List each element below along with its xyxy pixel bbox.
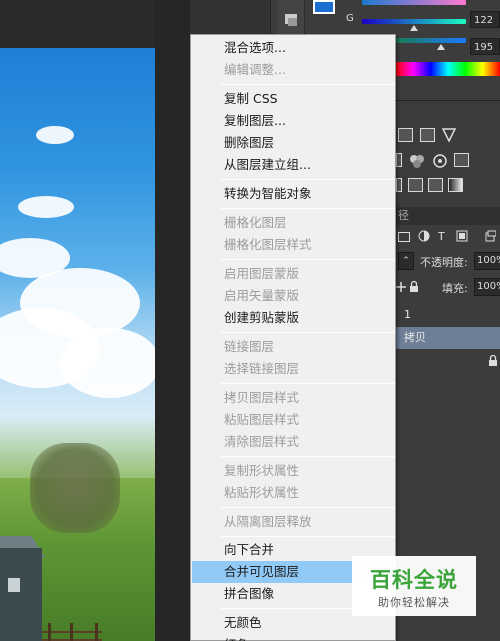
menu-item-create-clipping-mask[interactable]: 创建剪贴蒙版 [192, 307, 396, 329]
image-filter-icon[interactable] [398, 232, 410, 242]
posterize-icon[interactable] [408, 178, 423, 192]
menu-item-copy-css[interactable]: 复制 CSS [192, 88, 396, 110]
tab-paths-label: 径 [398, 209, 409, 222]
fence-post [95, 623, 98, 641]
menu-item-rasterize-layer-style[interactable]: 栅格化图层样式 [192, 234, 396, 256]
adjustment-filter-icon[interactable] [418, 230, 430, 242]
blend-mode-dropdown[interactable]: ⌃ [398, 252, 414, 270]
cloud [60, 328, 155, 398]
adjustments-row-2 [396, 153, 500, 173]
menu-separator [221, 84, 395, 85]
tab-paths[interactable]: 径 [396, 207, 500, 225]
gradient-map-icon[interactable] [448, 178, 463, 192]
fill-label: 填充: [442, 282, 468, 295]
house-window [8, 578, 20, 592]
menu-item-copy-layer-style[interactable]: 拷贝图层样式 [192, 387, 396, 409]
menu-item-edit-adjustment[interactable]: 编辑调整... [192, 59, 396, 81]
lock-icon [489, 355, 497, 366]
slider-thumb[interactable] [437, 44, 445, 50]
chevron-down-icon: ⌃ [402, 256, 410, 266]
menu-item-convert-smart-object[interactable]: 转换为智能对象 [192, 183, 396, 205]
panel-divider [396, 100, 500, 101]
menu-item-delete-layer[interactable]: 删除图层 [192, 132, 396, 154]
menu-item-group-from-layers[interactable]: 从图层建立组... [192, 154, 396, 176]
menu-separator [221, 456, 395, 457]
layer-name: 1 [404, 308, 411, 321]
fence-post [70, 623, 73, 641]
g-value-field[interactable]: 122 [470, 11, 500, 28]
exposure-icon[interactable] [420, 128, 435, 142]
photoshop-window: G 122 195 径 T ⌃ 不透明度: 100% [0, 0, 500, 641]
fence-post [48, 623, 51, 641]
menu-item-release-isolation[interactable]: 从隔离图层释放 [192, 511, 396, 533]
color-slider-g[interactable]: G 122 [340, 11, 500, 31]
menu-item-select-linked-layers[interactable]: 选择链接图层 [192, 358, 396, 380]
layer-filter-toolbar: T [396, 228, 500, 246]
color-spectrum-bar[interactable] [396, 62, 500, 76]
watermark-subtitle: 助你轻松解决 [378, 596, 450, 609]
layer-item-copy[interactable]: 拷贝 [396, 327, 500, 349]
watermark-title: 百科全说 [370, 568, 458, 592]
layer-name: 拷贝 [404, 331, 426, 344]
channel-mixer-icon[interactable] [454, 153, 469, 167]
b-value-field[interactable]: 195 [470, 38, 500, 55]
layer-context-menu: 混合选项... 编辑调整... 复制 CSS 复制图层... 删除图层 从图层建… [190, 34, 396, 641]
lock-position-icon[interactable] [396, 282, 406, 292]
curves-icon[interactable] [398, 128, 413, 142]
adjustments-row-3 [396, 178, 500, 198]
invert-icon[interactable] [396, 178, 402, 192]
house [0, 548, 42, 641]
hue-saturation-icon[interactable] [396, 153, 402, 167]
tree [30, 443, 120, 533]
menu-item-enable-layer-mask[interactable]: 启用图层蒙版 [192, 263, 396, 285]
photo-filter-icon[interactable] [432, 153, 448, 169]
menu-separator [221, 208, 395, 209]
type-filter-icon[interactable]: T [438, 230, 445, 243]
cloud [36, 126, 74, 144]
layer-item-background[interactable] [396, 350, 500, 372]
shape-filter-icon[interactable] [456, 230, 468, 242]
menu-separator [221, 536, 395, 537]
smart-object-filter-icon[interactable] [484, 230, 496, 242]
canvas-border [155, 0, 190, 641]
adjustments-row-1 [396, 128, 500, 148]
menu-item-clear-layer-style[interactable]: 清除图层样式 [192, 431, 396, 453]
foreground-color-swatch[interactable] [313, 0, 335, 14]
image-canvas[interactable] [0, 48, 155, 641]
menu-item-enable-vector-mask[interactable]: 启用矢量蒙版 [192, 285, 396, 307]
opacity-label: 不透明度: [420, 256, 468, 269]
menu-item-blending-options[interactable]: 混合选项... [192, 37, 396, 59]
menu-separator [221, 507, 395, 508]
menu-item-rasterize-layer[interactable]: 栅格化图层 [192, 212, 396, 234]
menu-separator [221, 179, 395, 180]
lock-icon[interactable] [409, 281, 419, 293]
menu-item-duplicate-layer[interactable]: 复制图层... [192, 110, 396, 132]
slider-label-g: G [346, 13, 354, 24]
slider-track [362, 0, 466, 5]
slider-track [362, 19, 466, 24]
menu-item-red[interactable]: 红色 [192, 634, 396, 641]
threshold-icon[interactable] [428, 178, 443, 192]
menu-separator [221, 259, 395, 260]
baidu-watermark: 百科全说 助你轻松解决 [352, 556, 476, 616]
triangle-gradient-icon[interactable] [442, 128, 456, 142]
fill-field[interactable]: 100% [474, 278, 500, 296]
menu-item-link-layers[interactable]: 链接图层 [192, 336, 396, 358]
menu-item-paste-layer-style[interactable]: 粘贴图层样式 [192, 409, 396, 431]
layer-item-1[interactable]: 1 [396, 304, 500, 326]
menu-item-copy-shape-attributes[interactable]: 复制形状属性 [192, 460, 396, 482]
opacity-field[interactable]: 100% [474, 252, 500, 270]
slider-thumb[interactable] [410, 25, 418, 31]
color-balance-icon[interactable] [408, 153, 426, 169]
menu-separator [221, 383, 395, 384]
menu-separator [221, 332, 395, 333]
cloud [18, 196, 74, 218]
menu-item-paste-shape-attributes[interactable]: 粘贴形状属性 [192, 482, 396, 504]
